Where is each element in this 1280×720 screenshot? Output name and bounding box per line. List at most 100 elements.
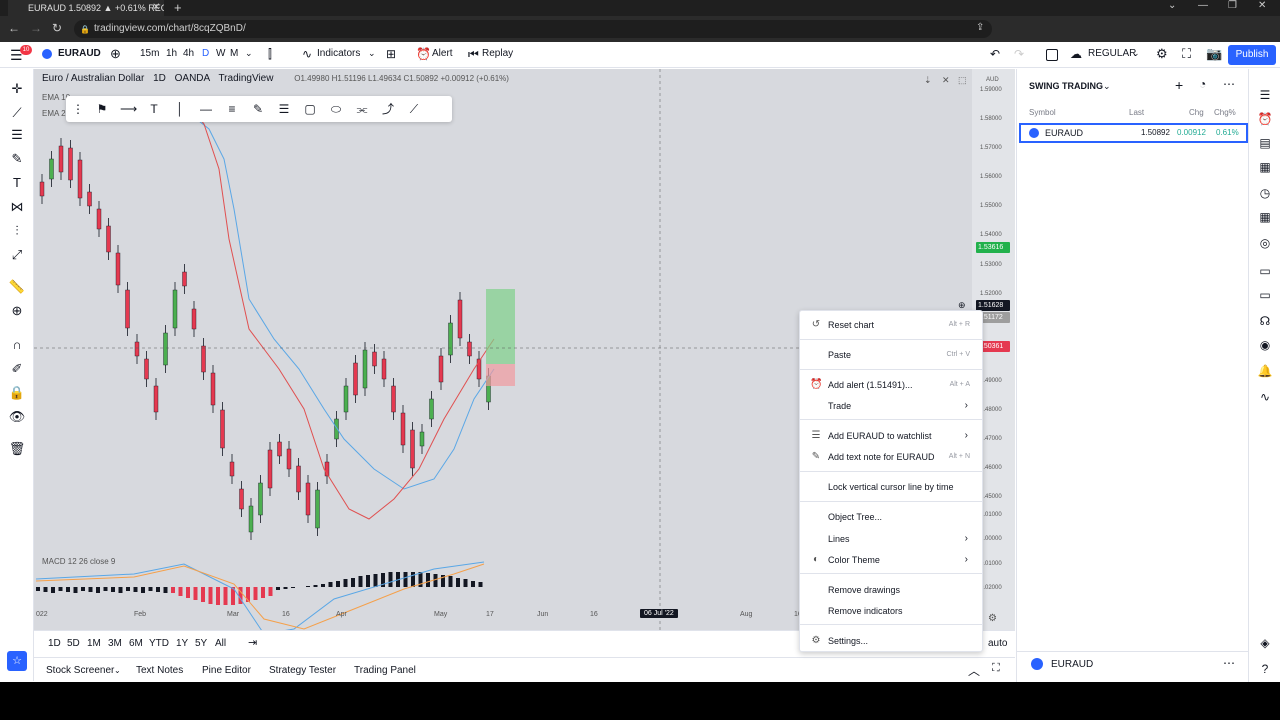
tab-pine-editor[interactable]: Pine Editor bbox=[202, 665, 251, 676]
minimize-icon[interactable]: — bbox=[1198, 0, 1208, 11]
range-3m[interactable]: 3M bbox=[108, 638, 122, 649]
back-icon[interactable]: ← bbox=[8, 21, 20, 35]
interval-w[interactable]: W bbox=[216, 48, 225, 59]
data-window-icon[interactable]: ▤ bbox=[1257, 135, 1273, 151]
list-tool-icon[interactable]: ≡ bbox=[224, 101, 240, 117]
chat-icon[interactable]: ▭ bbox=[1257, 287, 1273, 303]
interval-1h[interactable]: 1h bbox=[166, 48, 177, 59]
tab-trading-panel[interactable]: Trading Panel bbox=[354, 665, 416, 676]
streams-icon[interactable]: ▭ bbox=[1257, 263, 1273, 279]
trash-icon[interactable]: 🗑 bbox=[8, 441, 26, 457]
menu-remove-indicators[interactable]: Remove indicators bbox=[800, 602, 982, 622]
col-chgp-header[interactable]: Chg% bbox=[1214, 108, 1236, 117]
news-icon[interactable]: ▦ bbox=[1257, 159, 1273, 175]
range-1m[interactable]: 1M bbox=[87, 638, 101, 649]
close-pane-icon[interactable]: ✕ bbox=[942, 75, 950, 86]
watchlist-title[interactable]: SWING TRADING bbox=[1029, 81, 1103, 91]
menu-trade[interactable]: Trade › bbox=[800, 397, 982, 417]
tab-stock-screener[interactable]: Stock Screener bbox=[46, 665, 114, 676]
camera-icon[interactable]: 📷 bbox=[1206, 46, 1222, 62]
indicators-icon[interactable]: ∿ bbox=[302, 47, 312, 61]
redo-icon[interactable]: ↷ bbox=[1014, 47, 1024, 61]
text-style-icon[interactable]: T bbox=[146, 101, 162, 117]
crosshair-icon[interactable]: ✛ bbox=[8, 81, 26, 97]
maximize-panel-icon[interactable]: ⛶ bbox=[992, 662, 1000, 675]
menu-reset-chart[interactable]: ↺ Reset chart Alt + R bbox=[800, 316, 982, 336]
interval-m[interactable]: M bbox=[230, 48, 238, 59]
range-1d[interactable]: 1D bbox=[48, 638, 61, 649]
forward-icon[interactable]: → bbox=[30, 21, 42, 35]
close-window-icon[interactable]: ✕ bbox=[1258, 0, 1266, 11]
browser-tab[interactable]: EURAUD 1.50892 ▲ +0.61% REG bbox=[8, 0, 164, 16]
expand-panel-icon[interactable]: ︿ bbox=[968, 662, 980, 679]
collapse-arrow-icon[interactable]: ⇣ bbox=[924, 75, 932, 86]
horizontal-ray-icon[interactable]: ⟶ bbox=[120, 101, 137, 117]
magnet-icon[interactable]: ∩ bbox=[8, 337, 26, 353]
prediction-icon[interactable]: ⫶ bbox=[8, 223, 26, 239]
range-ytd[interactable]: YTD bbox=[149, 638, 169, 649]
indicators-button[interactable]: Indicators bbox=[317, 48, 360, 59]
chevron-down-icon[interactable]: ⌄ bbox=[1168, 0, 1176, 11]
layout-dropdown-icon[interactable]: ⌄ bbox=[1132, 48, 1140, 59]
stay-drawing-icon[interactable]: ✐ bbox=[8, 361, 26, 377]
channel-icon[interactable]: ⫘ bbox=[354, 101, 370, 117]
compare-add-icon[interactable]: ⊕ bbox=[110, 46, 121, 62]
more-options-icon[interactable]: ⋯ bbox=[1223, 77, 1235, 91]
menu-lock-cursor[interactable]: Lock vertical cursor line by time bbox=[800, 478, 982, 498]
details-symbol[interactable]: EURAUD bbox=[1051, 659, 1093, 670]
col-last-header[interactable]: Last bbox=[1129, 108, 1144, 117]
ellipse-icon[interactable]: ⬭ bbox=[328, 101, 344, 117]
notifications-bell-icon[interactable]: 🔔 bbox=[1257, 363, 1273, 379]
ruler-icon[interactable]: 📏 bbox=[8, 279, 26, 295]
publish-button[interactable]: Publish bbox=[1228, 45, 1276, 65]
zoom-in-icon[interactable]: ⊕ bbox=[8, 303, 26, 319]
reload-icon[interactable]: ↻ bbox=[52, 21, 62, 35]
trend-line-icon[interactable]: ⟋ bbox=[8, 105, 26, 121]
text-tool-icon[interactable]: T bbox=[8, 175, 26, 191]
line-icon[interactable]: — bbox=[198, 101, 214, 117]
fib-retracement-icon[interactable]: ☰ bbox=[8, 127, 26, 143]
hide-drawings-icon[interactable]: 👁 bbox=[8, 409, 26, 425]
fullscreen-icon[interactable]: ⛶ bbox=[1182, 46, 1191, 62]
pattern-icon[interactable]: ⋈ bbox=[8, 199, 26, 215]
layout-select-icon[interactable] bbox=[1046, 49, 1058, 61]
watchlist-sidebar-icon[interactable]: ☰ bbox=[1257, 87, 1273, 103]
candles-style-icon[interactable]: ⫿ bbox=[268, 47, 272, 62]
range-6m[interactable]: 6M bbox=[129, 638, 143, 649]
range-1y[interactable]: 1Y bbox=[176, 638, 188, 649]
col-chg-header[interactable]: Chg bbox=[1189, 108, 1204, 117]
details-more-icon[interactable]: ⋯ bbox=[1223, 656, 1235, 670]
tab-text-notes[interactable]: Text Notes bbox=[136, 665, 183, 676]
auto-scale-button[interactable]: auto bbox=[988, 638, 1007, 649]
menu-object-tree[interactable]: Object Tree... bbox=[800, 508, 982, 528]
col-symbol-header[interactable]: Symbol bbox=[1029, 108, 1056, 117]
flag-icon[interactable]: ⚑ bbox=[94, 101, 110, 117]
watchlist-dropdown-icon[interactable]: ⌄ bbox=[1103, 81, 1111, 92]
cloud-icon[interactable]: ☁ bbox=[1070, 47, 1082, 61]
new-tab-icon[interactable]: + bbox=[174, 0, 182, 15]
macd-label[interactable]: MACD 12 26 close 9 bbox=[42, 557, 115, 566]
add-symbol-icon[interactable]: + bbox=[1175, 77, 1183, 93]
tab-strategy-tester[interactable]: Strategy Tester bbox=[269, 665, 336, 676]
range-5d[interactable]: 5D bbox=[67, 638, 80, 649]
interval-15m[interactable]: 15m bbox=[140, 48, 159, 59]
layout-name-button[interactable]: REGULAR bbox=[1088, 48, 1136, 59]
star-favorites-icon[interactable]: ☆ bbox=[7, 651, 27, 671]
chart-settings-gear-icon[interactable]: ⚙ bbox=[988, 613, 997, 624]
signal-icon[interactable]: ◉ bbox=[1257, 337, 1273, 353]
help-icon[interactable]: ? bbox=[1257, 661, 1273, 677]
advanced-view-icon[interactable]: ◔ bbox=[1199, 77, 1206, 91]
close-tab-icon[interactable]: ✕ bbox=[152, 2, 160, 13]
wave-icon[interactable]: ∿ bbox=[1257, 389, 1273, 405]
settings-gear-icon[interactable]: ⚙ bbox=[1156, 46, 1168, 62]
url-input[interactable]: tradingview.com/chart/8cqZQBnD/ bbox=[74, 20, 992, 38]
calendar-icon[interactable]: ▦ bbox=[1257, 209, 1273, 225]
menu-remove-drawings[interactable]: Remove drawings bbox=[800, 581, 982, 601]
brush-icon[interactable]: ✎ bbox=[8, 151, 26, 167]
screener-dropdown-icon[interactable]: ⌄ bbox=[114, 666, 121, 675]
restore-icon[interactable]: ❐ bbox=[1228, 0, 1237, 11]
interval-4h[interactable]: 4h bbox=[183, 48, 194, 59]
path-icon[interactable]: ⤴ bbox=[380, 101, 396, 117]
ideas-icon[interactable]: ◎ bbox=[1257, 235, 1273, 251]
menu-add-text-note[interactable]: ✎ Add text note for EURAUD Alt + N bbox=[800, 448, 982, 468]
